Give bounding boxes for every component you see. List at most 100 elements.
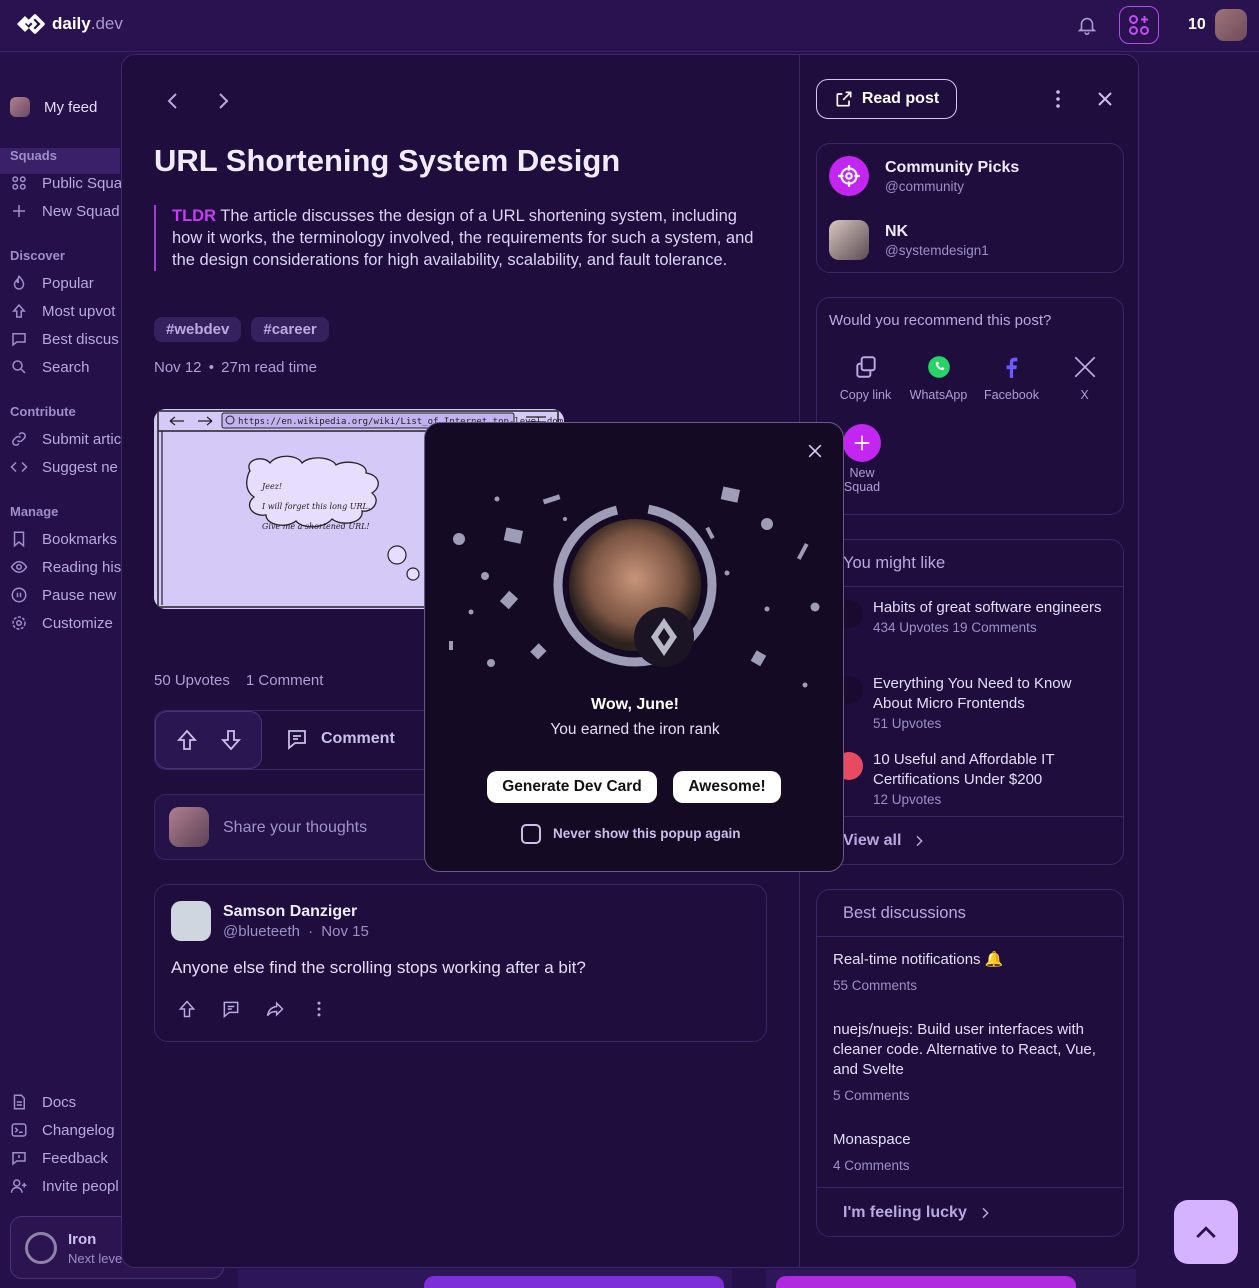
read-post-button[interactable]: Read post	[816, 79, 957, 119]
sidebar-item-submit-article[interactable]: Submit artic	[10, 430, 121, 448]
new-squad-label-1: New	[849, 466, 875, 480]
thumb-bubble-line-3: Give me a shortened URL!	[262, 522, 370, 531]
comment-date: Nov 15	[321, 923, 369, 940]
sidebar-item-best-discussions[interactable]: Best discus	[10, 330, 119, 348]
share-thoughts-placeholder: Share your thoughts	[223, 819, 368, 836]
whatsapp-button[interactable]: WhatsApp	[902, 354, 975, 402]
never-show-checkbox[interactable]	[521, 824, 541, 844]
comment-author-avatar[interactable]	[171, 901, 211, 941]
discussion-stats: 5 Comments	[833, 1088, 910, 1103]
discussion-item[interactable]: Real-time notifications 🔔 55 Comments	[833, 950, 1113, 993]
sidebar-item-my-feed[interactable]: My feed	[10, 97, 97, 117]
sidebar-item-label: New Squad	[42, 202, 120, 220]
logo-text: daily	[52, 14, 91, 33]
author-name: NK	[885, 222, 909, 240]
author-handle: @systemdesign1	[885, 242, 989, 258]
discussion-icon	[12, 333, 26, 347]
facebook-button[interactable]: Facebook	[975, 354, 1048, 402]
sidebar-item-customize[interactable]: Customize	[10, 614, 113, 632]
tag-career[interactable]: #career	[251, 317, 329, 342]
upvote-icon[interactable]	[177, 999, 197, 1019]
upvote-icon[interactable]	[175, 728, 199, 752]
suggestion-stats: 12 Upvotes	[873, 792, 942, 807]
x-button[interactable]: X	[1048, 354, 1121, 402]
comment-count[interactable]: 1 Comment	[246, 672, 324, 689]
share-options: Copy link WhatsApp Facebook X	[829, 354, 1121, 402]
tag-webdev[interactable]: #webdev	[154, 317, 242, 342]
squads-apps-button[interactable]	[1119, 6, 1159, 44]
comment-author-name[interactable]: Samson Danziger	[223, 903, 357, 921]
reply-icon[interactable]	[221, 999, 241, 1019]
sidebar-item-new-squad[interactable]: New Squad	[10, 202, 120, 220]
sidebar-item-label: Feedback	[42, 1149, 108, 1167]
logo-icon	[17, 14, 45, 34]
copy-link-button[interactable]: Copy link	[829, 354, 902, 402]
suggestion-item[interactable]: Habits of great software engineers 434 Up…	[873, 598, 1113, 635]
view-all-button[interactable]: View all	[843, 832, 927, 850]
generate-dev-card-button[interactable]: Generate Dev Card	[487, 771, 657, 803]
comment-card: Samson Danziger @blueteeth · Nov 15 Anyo…	[154, 884, 767, 1042]
link-icon	[12, 432, 26, 446]
discussion-item[interactable]: Monaspace 4 Comments	[833, 1130, 1113, 1173]
external-link-icon	[836, 91, 852, 107]
post-date: Nov 12	[154, 359, 202, 376]
community-picks-icon	[829, 156, 869, 196]
sidebar-item-public-squads[interactable]: Public Squa	[10, 174, 122, 192]
popup-subtitle: You earned the iron rank	[550, 721, 720, 738]
sidebar-item-search[interactable]: Search	[10, 358, 90, 376]
sidebar-item-reading-history[interactable]: Reading his	[10, 558, 121, 576]
sidebar-item-invite[interactable]: Invite peopl	[10, 1177, 119, 1195]
feeling-lucky-button[interactable]: I'm feeling lucky	[843, 1204, 993, 1222]
chevron-right-icon	[916, 835, 924, 847]
sidebar-item-suggest-source[interactable]: Suggest ne	[10, 458, 118, 476]
more-vertical-icon[interactable]	[309, 999, 329, 1019]
sidebar-item-feedback[interactable]: Feedback	[10, 1149, 108, 1167]
feedback-icon	[12, 1152, 26, 1166]
suggestion-item[interactable]: 10 Useful and Affordable IT Certificatio…	[873, 750, 1113, 807]
chevron-left-icon[interactable]	[161, 89, 185, 113]
logo-suffix: .dev	[90, 14, 123, 33]
share-icon[interactable]	[265, 999, 285, 1019]
divider	[817, 816, 1123, 817]
sidebar-item-most-upvoted[interactable]: Most upvot	[10, 302, 115, 320]
sidebar-item-changelog[interactable]: Changelog	[10, 1121, 115, 1139]
apps-plus-icon	[1129, 15, 1149, 35]
sidebar-item-docs[interactable]: Docs	[10, 1093, 76, 1111]
daily-dev-logo[interactable]: daily.dev	[14, 13, 123, 35]
chevron-right-icon[interactable]	[211, 89, 235, 113]
sidebar-item-popular[interactable]: Popular	[10, 274, 94, 292]
source-handle: @community	[885, 178, 964, 194]
post-title: URL Shortening System Design	[154, 143, 621, 178]
sidebar-heading-manage: Manage	[10, 504, 59, 519]
more-vertical-icon[interactable]	[1046, 87, 1070, 111]
source-community-picks[interactable]: Community Picks @community	[829, 156, 1019, 196]
comment-button[interactable]: Comment	[285, 727, 395, 751]
downvote-icon[interactable]	[219, 728, 243, 752]
never-show-label[interactable]: Never show this popup again	[553, 826, 741, 841]
sidebar-item-bookmarks[interactable]: Bookmarks	[10, 530, 117, 548]
sidebar-item-label: Most upvot	[42, 302, 116, 320]
awesome-button[interactable]: Awesome!	[673, 771, 781, 803]
notifications-button[interactable]	[1070, 8, 1104, 42]
rank-icon	[25, 1232, 57, 1264]
streak-count[interactable]: 10	[1188, 16, 1206, 34]
discussion-item[interactable]: nuejs/nuejs: Build user interfaces with …	[833, 1020, 1113, 1103]
document-icon	[13, 1094, 25, 1110]
share-option-label: WhatsApp	[909, 388, 968, 402]
profile-avatar[interactable]	[1215, 9, 1247, 41]
post-tldr: TLDR The article discusses the design of…	[154, 205, 764, 271]
share-to-new-squad-button[interactable]: New Squad	[843, 424, 881, 494]
sidebar-item-label: Changelog	[42, 1121, 115, 1139]
source-author-nk[interactable]: NK @systemdesign1	[829, 220, 989, 260]
upvote-count[interactable]: 50 Upvotes	[154, 672, 230, 689]
comment-handle: @blueteeth	[223, 923, 300, 940]
sidebar-item-pause-feed[interactable]: Pause new	[10, 586, 116, 604]
scroll-to-top-button[interactable]	[1174, 1200, 1238, 1264]
feed-button-peek	[776, 1276, 1076, 1288]
chevron-right-icon	[982, 1207, 989, 1219]
avatar	[10, 97, 30, 117]
suggestion-item[interactable]: Everything You Need to Know About Micro …	[873, 674, 1113, 731]
close-icon[interactable]	[1093, 87, 1117, 111]
read-time: 27m read time	[221, 359, 318, 376]
x-logo-icon	[1074, 356, 1095, 378]
